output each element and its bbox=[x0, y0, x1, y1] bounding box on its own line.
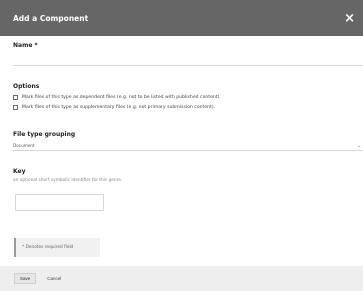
file-type-grouping-value: Document bbox=[13, 143, 35, 148]
add-component-dialog: Add a Component × Name * Options Mark fi… bbox=[0, 0, 363, 291]
cancel-button[interactable]: Cancel bbox=[41, 273, 67, 284]
required-field-notice: * Denotes required field bbox=[14, 238, 100, 257]
name-label: Name * bbox=[13, 42, 38, 49]
dialog-header: Add a Component × bbox=[0, 0, 363, 36]
dependent-files-label: Mark files of this type as dependent fil… bbox=[22, 95, 221, 100]
chevron-down-icon: ⌄ bbox=[356, 142, 361, 149]
name-label-text: Name bbox=[13, 42, 33, 49]
key-help-text: an optional short symbolic identifier fo… bbox=[13, 178, 123, 183]
required-marker: * bbox=[34, 42, 38, 49]
key-label: Key bbox=[13, 168, 26, 175]
dialog-title: Add a Component bbox=[13, 13, 89, 23]
file-type-grouping-select[interactable]: Document ⌄ bbox=[13, 141, 363, 151]
dialog-footer: Save Cancel bbox=[0, 266, 363, 291]
options-heading: Options bbox=[13, 83, 40, 90]
close-icon[interactable]: × bbox=[344, 12, 355, 25]
option-supplementary-files[interactable]: Mark files of this type as supplementary… bbox=[13, 105, 215, 110]
save-button[interactable]: Save bbox=[14, 273, 37, 284]
option-dependent-files[interactable]: Mark files of this type as dependent fil… bbox=[13, 95, 221, 100]
supplementary-files-label: Mark files of this type as supplementary… bbox=[22, 105, 216, 110]
required-field-notice-text: * Denotes required field bbox=[22, 245, 74, 250]
file-type-grouping-label: File type grouping bbox=[13, 131, 76, 138]
dependent-files-checkbox[interactable] bbox=[13, 95, 18, 100]
supplementary-files-checkbox[interactable] bbox=[13, 105, 18, 110]
key-input[interactable] bbox=[15, 194, 104, 211]
name-input[interactable] bbox=[13, 53, 363, 66]
